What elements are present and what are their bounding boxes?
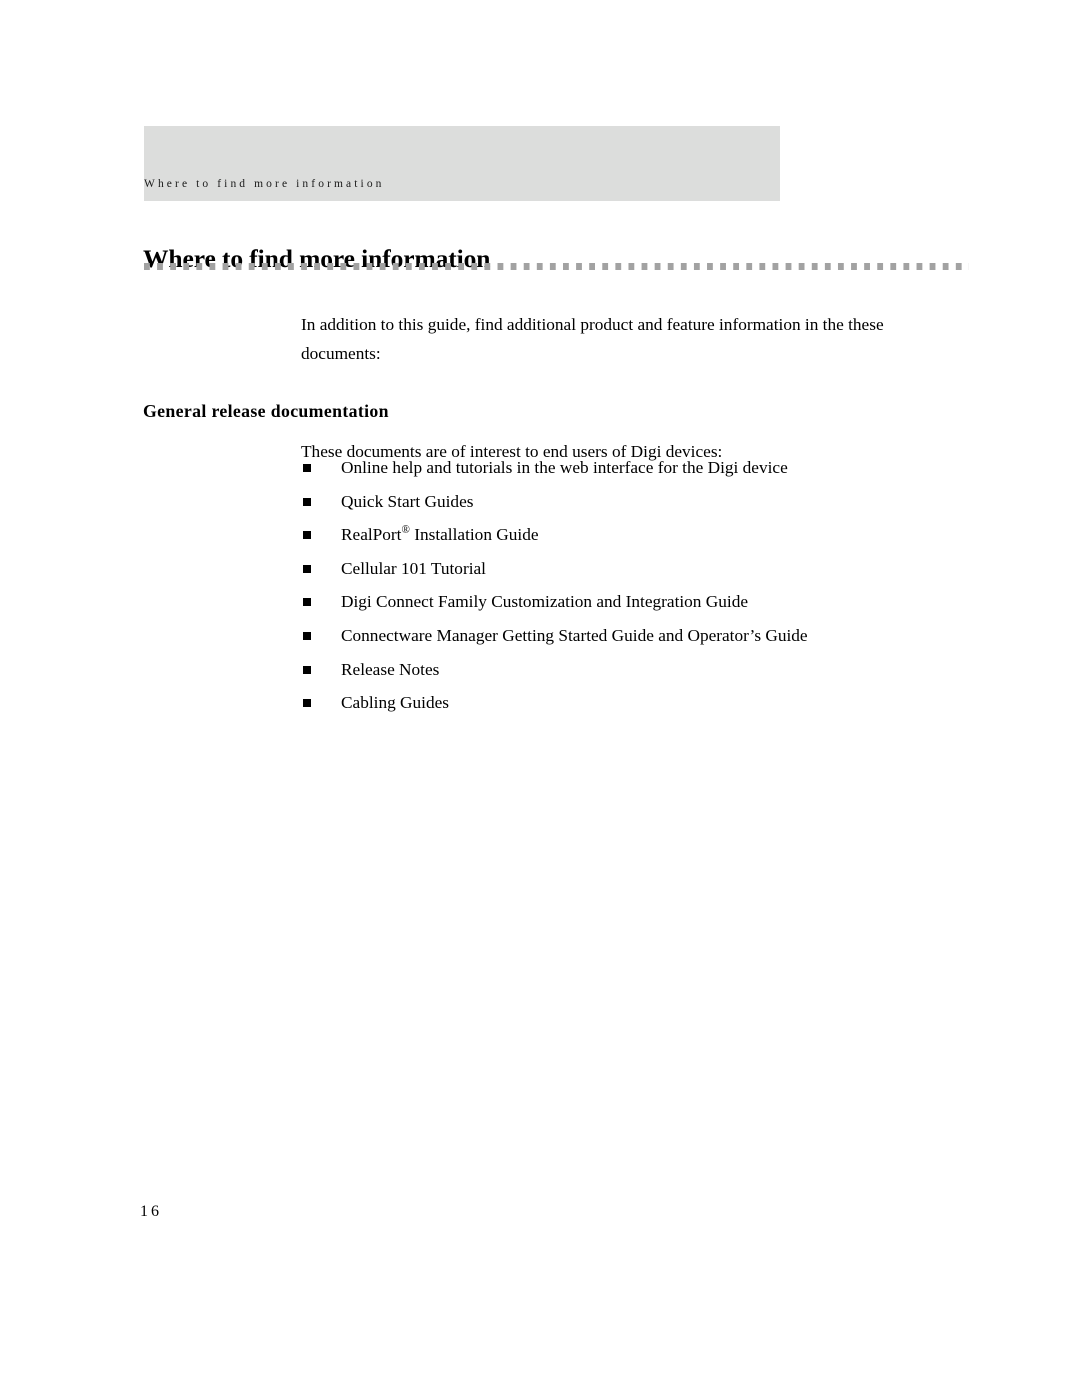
list-item: Cellular 101 Tutorial: [301, 558, 961, 592]
list-item: Release Notes: [301, 659, 961, 693]
running-header-text: Where to find more information: [144, 178, 385, 190]
list-item-label: Connectware Manager Getting Started Guid…: [341, 625, 808, 645]
square-bullet-icon: [303, 631, 311, 640]
square-bullet-icon: [303, 598, 311, 607]
list-item-label: RealPort® Installation Guide: [341, 525, 539, 544]
square-bullet-icon: [303, 699, 311, 708]
square-bullet-icon: [303, 497, 311, 506]
section-heading-general-release-documentation: General release documentation: [143, 400, 389, 421]
list-item: Digi Connect Family Customization and In…: [301, 591, 961, 625]
registered-trademark-mark: ®: [401, 524, 410, 537]
list-item: Online help and tutorials in the web int…: [301, 457, 961, 491]
list-item-label: Cabling Guides: [341, 693, 449, 713]
intro-paragraph: In addition to this guide, find addition…: [301, 315, 884, 363]
page-number: 16: [140, 1203, 162, 1220]
square-bullet-icon: [303, 464, 311, 472]
list-item: Quick Start Guides: [301, 491, 961, 525]
square-bullet-icon: [303, 564, 311, 573]
document-list: Online help and tutorials in the web int…: [301, 457, 961, 726]
list-item: RealPort® Installation Guide: [301, 524, 961, 558]
list-item-label: Digi Connect Family Customization and In…: [341, 592, 749, 612]
list-item: Cabling Guides: [301, 692, 961, 726]
list-item-label: Release Notes: [341, 659, 440, 679]
list-item-label-tail: Installation Guide: [409, 525, 539, 545]
dotted-square-divider: [144, 263, 969, 270]
list-item-label-main: RealPort: [341, 525, 402, 545]
square-bullet-icon: [303, 531, 311, 540]
document-page: Where to find more information Where to …: [0, 0, 1080, 1397]
list-item-label: Online help and tutorials in the web int…: [341, 458, 788, 477]
square-bullet-icon: [303, 665, 311, 674]
list-item: Connectware Manager Getting Started Guid…: [301, 625, 961, 659]
list-item-label: Cellular 101 Tutorial: [341, 558, 486, 578]
list-item-label: Quick Start Guides: [341, 491, 474, 511]
